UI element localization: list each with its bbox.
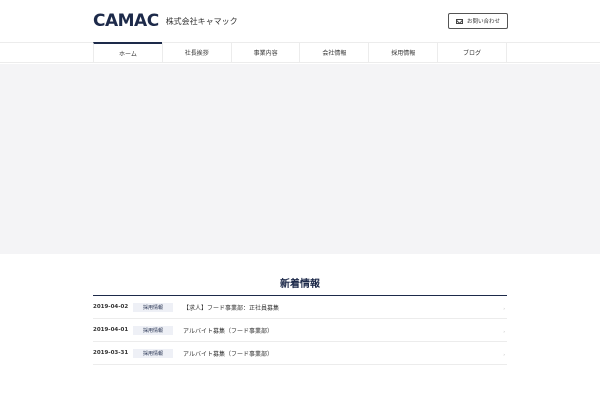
news-item[interactable]: 2019-04-02 採用情報 【求人】フード事業部：正社員募集 › [93,296,507,319]
global-nav: ホーム 社長挨拶 事業内容 会社情報 採用情報 ブログ [0,42,600,63]
chevron-right-icon: › [503,306,505,311]
company-name: 株式会社キャマック [165,17,238,26]
news-title-link[interactable]: 【求人】フード事業部：正社員募集 [183,303,279,312]
nav-item-recruit[interactable]: 採用情報 [368,42,437,63]
news-category-badge: 採用情報 [133,325,173,335]
news-item[interactable]: 2019-04-01 採用情報 アルバイト募集（フード事業部） › [93,319,507,342]
nav-item-greeting[interactable]: 社長挨拶 [161,42,231,63]
news-date: 2019-04-02 [93,304,129,310]
contact-button[interactable]: お問い合わせ [448,13,508,29]
logo[interactable]: CAMAC 株式会社キャマック [93,13,238,30]
chevron-right-icon: › [503,329,505,334]
nav-item-label: 採用情報 [391,50,416,57]
news-heading: 新着情報 [93,278,507,296]
site-header: CAMAC 株式会社キャマック お問い合わせ [0,0,600,42]
hero-banner [0,64,600,254]
news-category-badge: 採用情報 [133,348,173,358]
logo-mark: CAMAC [93,11,159,31]
news-date: 2019-04-01 [93,327,129,333]
mail-icon [455,18,463,24]
news-section: 新着情報 2019-04-02 採用情報 【求人】フード事業部：正社員募集 › … [93,278,507,365]
nav-item-company[interactable]: 会社情報 [299,42,368,63]
chevron-right-icon: › [503,352,505,357]
news-date: 2019-03-31 [93,350,129,356]
nav-item-label: ブログ [463,50,482,57]
nav-item-business[interactable]: 事業内容 [230,42,300,63]
contact-button-label: お問い合わせ [466,19,500,25]
nav-item-home[interactable]: ホーム [93,42,162,63]
news-item[interactable]: 2019-03-31 採用情報 アルバイト募集（フード事業部） › [93,342,507,365]
nav-item-label: 会社情報 [322,50,347,57]
news-category-badge: 採用情報 [133,302,173,312]
nav-item-label: 事業内容 [253,50,278,57]
nav-item-blog[interactable]: ブログ [437,42,507,63]
nav-item-label: 社長挨拶 [184,50,209,57]
news-title-link[interactable]: アルバイト募集（フード事業部） [183,326,273,335]
news-title-link[interactable]: アルバイト募集（フード事業部） [183,349,273,358]
nav-item-label: ホーム [119,51,137,58]
